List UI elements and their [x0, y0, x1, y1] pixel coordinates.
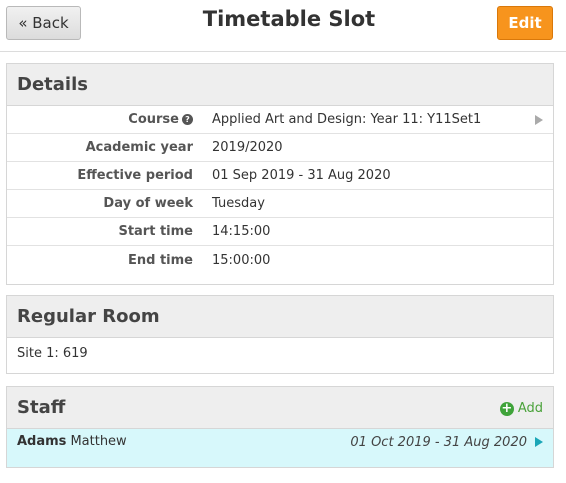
plus-icon: +: [499, 400, 514, 416]
course-label: Course?: [7, 112, 193, 127]
day-of-week-value: Tuesday: [212, 196, 265, 211]
regular-room-panel: Regular Room Site 1: 619: [6, 295, 554, 374]
details-panel: Details Course? Applied Art and Design: …: [6, 63, 554, 285]
details-heading: Details: [17, 74, 88, 95]
details-header: Details: [7, 64, 553, 106]
end-time-label: End time: [128, 252, 193, 268]
academic-year-value: 2019/2020: [212, 140, 283, 155]
end-time-row: End time 15:00:00: [7, 246, 553, 274]
regular-room-heading: Regular Room: [17, 306, 160, 327]
start-time-row: Start time 14:15:00: [7, 218, 553, 246]
academic-year-row: Academic year 2019/2020: [7, 134, 553, 162]
effective-period-row: Effective period 01 Sep 2019 - 31 Aug 20…: [7, 162, 553, 190]
effective-period-label: Effective period: [77, 168, 193, 183]
edit-button[interactable]: Edit: [497, 6, 553, 40]
start-time-label: Start time: [118, 224, 193, 239]
top-bar: « Back Timetable Slot Edit: [0, 0, 566, 52]
effective-period-value: 01 Sep 2019 - 31 Aug 2020: [212, 168, 391, 183]
academic-year-label: Academic year: [85, 140, 193, 155]
chevron-right-icon[interactable]: [535, 437, 543, 447]
staff-header: Staff + Add: [7, 387, 553, 429]
room-value: Site 1: 619: [17, 346, 88, 361]
course-value: Applied Art and Design: Year 11: Y11Set1: [212, 112, 482, 127]
course-row[interactable]: Course? Applied Art and Design: Year 11:…: [7, 106, 553, 134]
page-title: Timetable Slot: [202, 7, 376, 31]
staff-panel: Staff + Add Adams Matthew 01 Oct 2019 - 3…: [6, 386, 554, 468]
staff-heading: Staff: [17, 397, 66, 418]
staff-surname: Adams: [17, 434, 67, 449]
day-of-week-row: Day of week Tuesday: [7, 190, 553, 218]
add-staff-link[interactable]: + Add: [499, 400, 543, 416]
regular-room-header: Regular Room: [7, 296, 553, 338]
start-time-value: 14:15:00: [212, 224, 271, 239]
staff-name: Adams Matthew: [17, 434, 127, 449]
help-icon[interactable]: ?: [182, 114, 193, 125]
chevron-right-icon[interactable]: [535, 115, 543, 125]
staff-period: 01 Oct 2019 - 31 Aug 2020: [350, 435, 527, 450]
day-of-week-label: Day of week: [103, 196, 193, 211]
add-label: Add: [517, 401, 543, 416]
end-time-value: 15:00:00: [212, 252, 271, 268]
staff-forename: Matthew: [70, 434, 127, 449]
staff-row[interactable]: Adams Matthew 01 Oct 2019 - 31 Aug 2020: [7, 429, 553, 467]
